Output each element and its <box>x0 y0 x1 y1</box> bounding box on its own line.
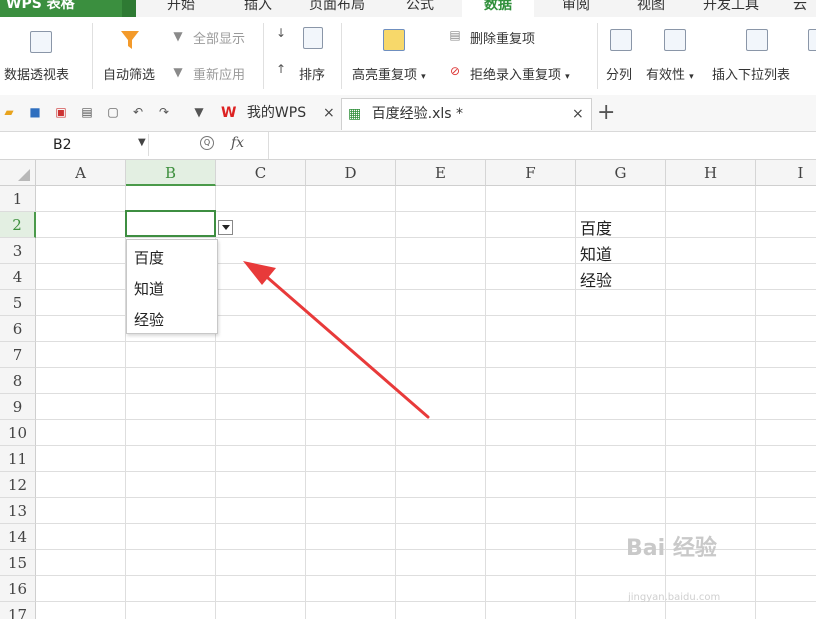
app-name: WPS 表格 <box>6 0 75 12</box>
tab-workbook-label: 百度经验.xls * <box>371 106 464 122</box>
split-column-button[interactable]: 分列 <box>606 64 632 83</box>
redo-icon[interactable]: ↷ <box>157 105 171 119</box>
tab-developer[interactable]: 开发工具 <box>703 0 759 17</box>
highlight-duplicates-icon <box>383 29 405 51</box>
insert-dropdown-icon <box>746 29 768 51</box>
validity-button[interactable]: 有效性 ▾ <box>646 64 694 83</box>
funnel-icon <box>121 31 139 49</box>
split-column-icon <box>610 29 632 51</box>
new-tab-icon[interactable]: + <box>597 100 615 125</box>
wps-logo-icon: W <box>221 105 237 121</box>
print-preview-icon[interactable]: ▢ <box>106 105 120 119</box>
sort-desc-icon[interactable]: ↑ <box>274 62 288 76</box>
spreadsheet-file-icon: ▦ <box>348 106 362 122</box>
show-all-icon: ▼ <box>173 29 183 43</box>
reapply-button[interactable]: 重新应用 <box>193 64 245 83</box>
highlight-duplicates-label: 高亮重复项 <box>352 68 418 83</box>
customize-dropdown-icon[interactable]: ▼ <box>192 105 206 119</box>
export-pdf-icon[interactable]: ▣ <box>54 105 68 119</box>
tab-page-layout[interactable]: 页面布局 <box>309 0 365 17</box>
chevron-down-icon: ▾ <box>689 72 694 82</box>
validity-icon <box>664 29 686 51</box>
print-icon[interactable]: ▤ <box>80 105 94 119</box>
auto-filter-button[interactable]: 自动筛选 <box>103 64 155 83</box>
ribbon: 数据透视表 自动筛选 ▼ 全部显示 ▼ 重新应用 ↓ ↑ 排序 高亮重复项 ▾ … <box>0 17 816 96</box>
sort-button[interactable]: 排序 <box>299 64 325 83</box>
find-function-icon[interactable]: Q <box>200 136 214 150</box>
watermark-url: jingyan.baidu.com <box>628 592 721 603</box>
formula-bar-separator <box>268 132 269 159</box>
ribbon-separator <box>597 23 598 89</box>
more-icon <box>808 29 816 51</box>
tab-workbook[interactable]: ▦ 百度经验.xls * × <box>341 98 592 130</box>
show-all-button[interactable]: 全部显示 <box>193 28 245 47</box>
formula-input[interactable] <box>275 136 805 154</box>
close-icon[interactable]: × <box>572 99 584 130</box>
tab-home[interactable]: 开始 <box>167 0 195 17</box>
remove-duplicates-icon: ▤ <box>449 28 461 42</box>
chevron-down-icon[interactable]: ▼ <box>138 137 146 148</box>
reapply-icon: ▼ <box>173 65 183 79</box>
formula-bar: B2 ▼ Q fx <box>0 132 816 160</box>
pivot-table-button[interactable]: 数据透视表 <box>4 64 69 83</box>
undo-icon[interactable]: ↶ <box>131 105 145 119</box>
app-menu-arrow-icon[interactable] <box>122 0 136 17</box>
tab-cloud[interactable]: 云服 <box>793 0 816 17</box>
spreadsheet-grid: A B C D E F G H I 1 2 3 4 5 6 7 8 9 10 1… <box>0 160 816 619</box>
pivot-table-icon <box>30 31 52 53</box>
tab-review[interactable]: 审阅 <box>562 0 590 17</box>
open-folder-icon[interactable]: ▰ <box>2 105 16 119</box>
sort-asc-icon[interactable]: ↓ <box>274 26 288 40</box>
tab-view[interactable]: 视图 <box>637 0 665 17</box>
tab-my-wps-label: 我的WPS <box>246 105 307 121</box>
ribbon-separator <box>341 23 342 89</box>
insert-function-button[interactable]: fx <box>231 135 244 151</box>
save-icon[interactable]: ■ <box>28 105 42 119</box>
highlight-duplicates-button[interactable]: 高亮重复项 ▾ <box>352 64 426 83</box>
close-icon[interactable]: × <box>323 98 335 129</box>
cell-reference: B2 <box>53 137 72 153</box>
ribbon-separator <box>263 23 264 89</box>
chevron-down-icon: ▾ <box>421 72 426 82</box>
ribbon-separator <box>92 23 93 89</box>
name-box[interactable]: B2 ▼ <box>2 134 149 156</box>
app-menu-button[interactable]: WPS 表格 <box>0 0 136 17</box>
tab-formulas[interactable]: 公式 <box>406 0 434 17</box>
document-tab-bar: ▰ ■ ▣ ▤ ▢ ↶ ↷ ▼ W 我的WPS × ▦ 百度经验.xls * ×… <box>0 95 816 132</box>
insert-dropdown-button[interactable]: 插入下拉列表 <box>712 64 790 83</box>
baidu-jingyan-watermark: Bai 经验 <box>626 536 717 561</box>
tab-my-wps[interactable]: W 我的WPS × <box>215 98 341 129</box>
tab-insert[interactable]: 插入 <box>244 0 272 17</box>
tab-data[interactable]: 数据 <box>462 0 534 17</box>
remove-duplicates-button[interactable]: 删除重复项 <box>470 28 535 47</box>
menu-bar: WPS 表格 开始 插入 页面布局 公式 数据 审阅 视图 开发工具 云服 <box>0 0 816 17</box>
sort-icon <box>303 27 323 49</box>
reject-duplicates-icon: ⊘ <box>449 64 461 78</box>
chevron-down-icon: ▾ <box>565 72 570 82</box>
reject-duplicates-label: 拒绝录入重复项 <box>470 68 562 83</box>
validity-label: 有效性 <box>646 68 686 83</box>
reject-duplicates-button[interactable]: 拒绝录入重复项 ▾ <box>470 64 570 83</box>
